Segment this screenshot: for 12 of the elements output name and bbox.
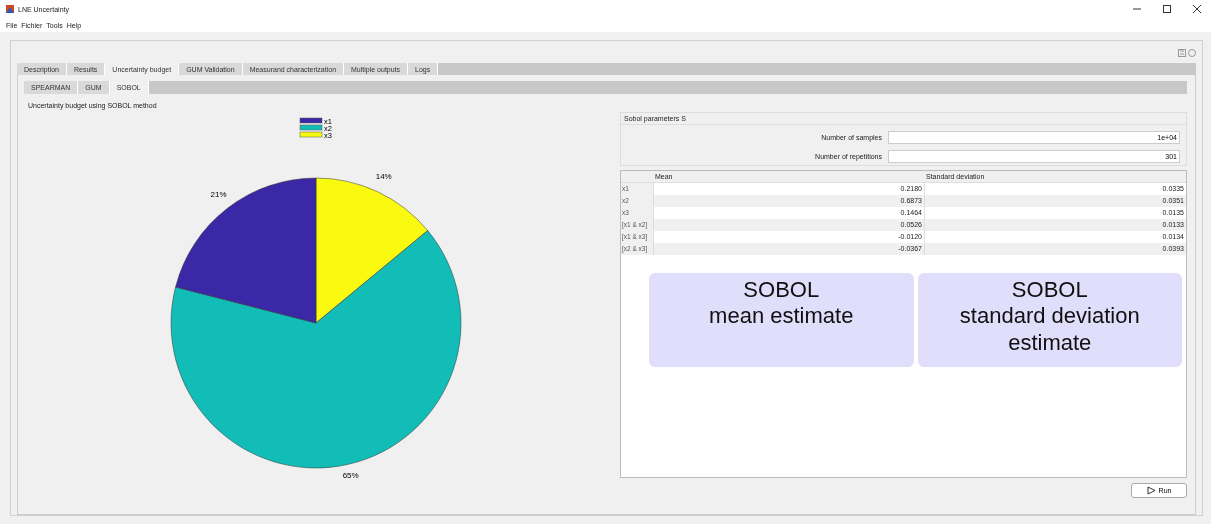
data-label: 65% xyxy=(342,471,359,481)
save-icon[interactable] xyxy=(1178,49,1186,57)
play-icon xyxy=(1146,486,1156,495)
data-label: 21% xyxy=(210,190,227,200)
minimize-icon[interactable] xyxy=(1133,5,1141,13)
maximize-icon[interactable] xyxy=(1163,5,1171,13)
app-icon xyxy=(6,5,14,13)
annotation-box: SOBOL standard deviation estimate xyxy=(917,273,1182,367)
help-icon[interactable] xyxy=(1188,49,1196,57)
close-icon[interactable] xyxy=(1193,5,1201,13)
data-label: 14% xyxy=(375,172,392,182)
annotation-box: SOBOL mean estimate xyxy=(649,273,914,367)
